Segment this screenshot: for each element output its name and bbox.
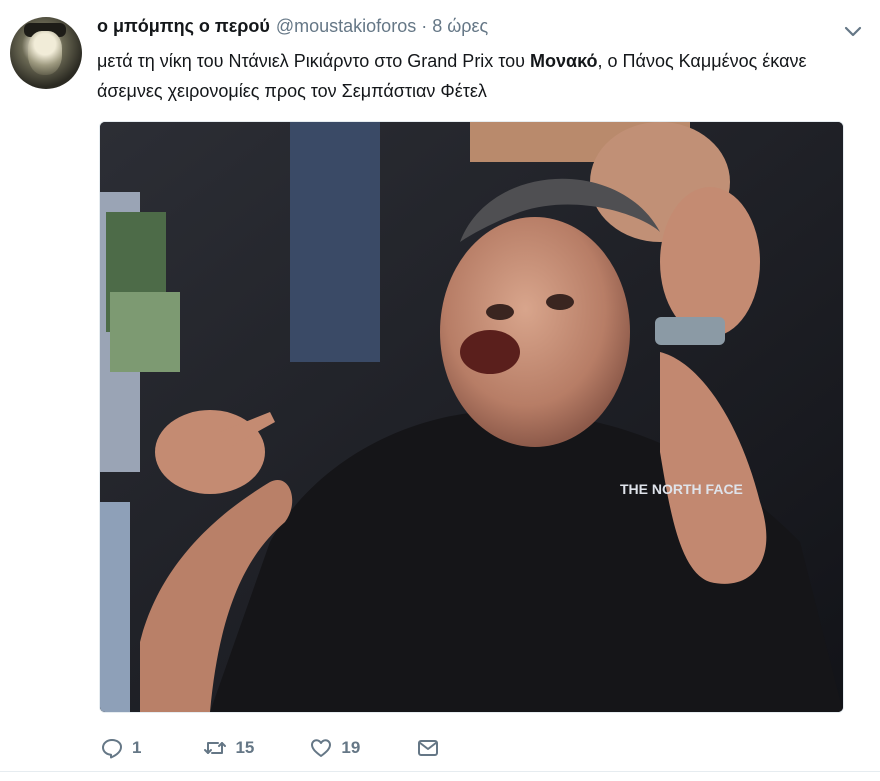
envelope-icon [418,740,439,756]
reply-count: 1 [132,738,142,757]
avatar[interactable] [10,17,82,89]
user-handle[interactable]: @moustakioforos [276,16,416,37]
retweet-button[interactable]: 15 [203,736,254,760]
retweet-icon [204,742,227,754]
retweet-count: 15 [235,738,255,757]
tweet-time[interactable]: 8 ώρες [432,16,488,37]
tweet-text-part1: μετά τη νίκη του Ντάνιελ Ρικιάρντο στο G… [97,51,531,71]
divider [0,771,880,772]
tweet-text-bold[interactable]: Μονακό [530,51,598,71]
reply-button[interactable]: 1 [100,736,141,760]
tweet-header: ο μπόμπης ο περού @moustakioforos · 8 ώρ… [97,16,488,40]
like-count: 19 [341,738,361,757]
reply-icon [102,739,122,759]
tweet-photo[interactable]: THE NORTH FACE [99,121,844,713]
direct-message-button[interactable] [416,736,440,760]
like-button[interactable]: 19 [309,736,360,760]
chevron-down-icon[interactable] [842,20,864,42]
tweet-actions: 1 15 19 [100,733,440,763]
heart-icon [311,739,332,757]
separator-dot: · [421,16,428,36]
photo-logo-text: THE NORTH FACE [620,481,743,497]
avatar-face-shape [28,31,62,75]
display-name[interactable]: ο μπόμπης ο περού [97,16,270,37]
photo-illustration: THE NORTH FACE [100,122,843,712]
tweet-text: μετά τη νίκη του Ντάνιελ Ρικιάρντο στο G… [97,46,817,106]
tweet[interactable]: ο μπόμπης ο περού @moustakioforos · 8 ώρ… [0,0,880,781]
